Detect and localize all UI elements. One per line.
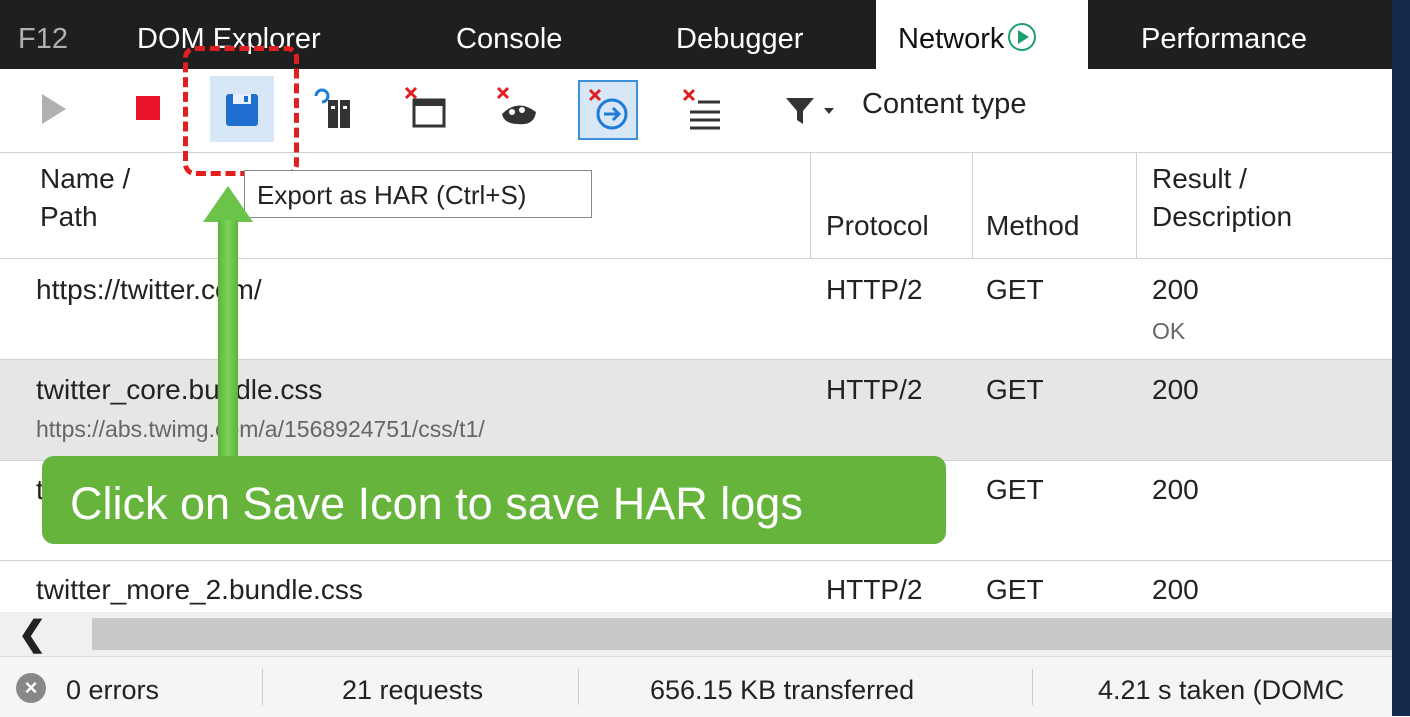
row-method: GET	[986, 374, 1044, 405]
column-header-protocol[interactable]: Protocol	[826, 210, 929, 242]
pointer-arrow-shaft	[218, 220, 238, 460]
row-name: twitter_more_2.bundle.css	[36, 574, 363, 605]
tab-debugger[interactable]: Debugger	[676, 0, 803, 69]
column-header-name[interactable]: Name / Path	[40, 160, 131, 266]
clear-cache-icon[interactable]	[312, 86, 354, 130]
scrollbar-thumb[interactable]	[92, 618, 1392, 650]
status-separator	[1032, 669, 1033, 705]
tab-network-label: Network	[898, 23, 1005, 55]
stop-icon[interactable]	[136, 96, 162, 122]
instruction-callout: Click on Save Icon to save HAR logs	[42, 456, 946, 544]
header-name-line2: Path	[40, 201, 98, 232]
row-protocol: HTTP/2	[826, 374, 923, 405]
status-separator	[262, 669, 263, 705]
tab-performance[interactable]: Performance	[1141, 0, 1307, 69]
row-result: 200	[1152, 374, 1199, 405]
save-icon-highlight-box	[183, 46, 299, 176]
row-protocol: HTTP/2	[826, 574, 923, 605]
header-name-line1: Name /	[40, 163, 131, 194]
scroll-left-icon[interactable]: ❮	[18, 614, 47, 654]
status-separator	[578, 669, 579, 705]
filter-icon[interactable]	[784, 96, 846, 126]
clear-cookies-icon[interactable]	[402, 84, 448, 130]
row-result: 200	[1152, 474, 1199, 505]
play-circle-icon	[1008, 23, 1037, 52]
error-icon: ×	[16, 673, 46, 703]
export-har-tooltip: Export as HAR (Ctrl+S)	[244, 170, 592, 218]
tab-console[interactable]: Console	[456, 0, 562, 69]
column-header-method[interactable]: Method	[986, 210, 1079, 242]
column-header-result[interactable]: Result / Description	[1152, 160, 1293, 266]
row-path: https://abs.twimg.com/a/1568924751/css/t…	[36, 416, 485, 442]
header-result-line2: Description	[1152, 201, 1293, 232]
header-result-line1: Result /	[1152, 163, 1247, 194]
row-name: twitter_core.bundle.css	[36, 374, 323, 405]
clear-entries-icon[interactable]	[680, 86, 726, 132]
clear-session-icon[interactable]	[494, 84, 540, 130]
row-result: 200	[1152, 274, 1199, 305]
row-method: GET	[986, 474, 1044, 505]
row-description: OK	[1152, 318, 1186, 344]
time-taken: 4.21 s taken (DOMC	[1098, 675, 1345, 705]
pointer-arrow-head	[203, 186, 253, 222]
clear-on-navigate-icon[interactable]	[586, 86, 632, 132]
content-type-filter-label[interactable]: Content type	[862, 88, 1026, 121]
play-icon[interactable]	[36, 92, 70, 126]
status-bar: × 0 errors 21 requests 656.15 KB transfe…	[0, 656, 1392, 717]
window-edge	[1392, 0, 1410, 716]
row-protocol: HTTP/2	[826, 274, 923, 305]
error-count[interactable]: 0 errors	[66, 675, 159, 706]
tab-network[interactable]: Network	[876, 0, 1088, 69]
tab-f12[interactable]: F12	[18, 0, 68, 69]
transferred-size: 656.15 KB transferred	[650, 675, 915, 705]
horizontal-scrollbar[interactable]: ❮	[0, 612, 1392, 656]
row-method: GET	[986, 274, 1044, 305]
row-method: GET	[986, 574, 1044, 605]
row-result: 200	[1152, 574, 1199, 605]
request-count: 21 requests	[342, 675, 484, 705]
